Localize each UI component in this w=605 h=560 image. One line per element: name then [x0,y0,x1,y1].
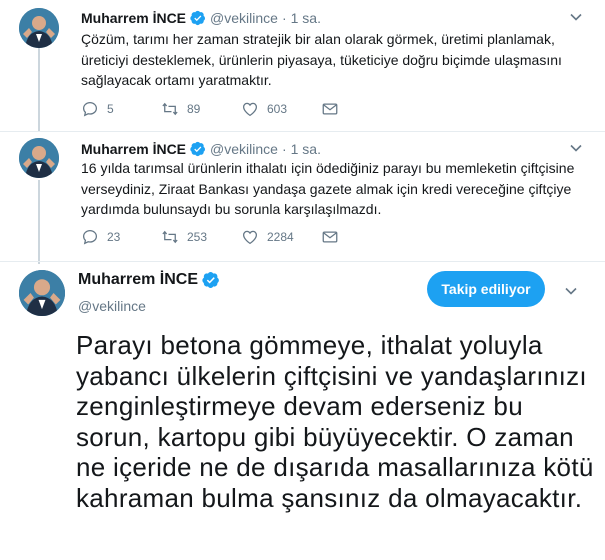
timestamp[interactable]: 1 sa. [291,9,321,27]
following-button[interactable]: Takip ediliyor [427,271,545,307]
reply-icon [82,101,98,117]
tweet-header: Muharrem İNCE @vekilince · 1 sa. [81,140,321,158]
reply-icon [82,229,98,245]
retweet-count: 89 [187,102,201,116]
tweet[interactable]: Muharrem İNCE @vekilince · 1 sa. Çözüm, … [0,0,605,131]
main-tweet-text: Parayı betona gömmeye, ithalat yoluyla y… [76,330,594,513]
author-name[interactable]: Muharrem İNCE [78,270,198,290]
reply-count: 23 [107,230,121,244]
separator: · [281,141,287,157]
tweet-header: Muharrem İNCE @vekilince · 1 sa. [81,9,321,27]
dm-button[interactable] [321,100,347,118]
separator: · [281,10,287,26]
like-count: 2284 [267,230,294,244]
main-tweet-header: Muharrem İNCE @vekilince [78,270,224,314]
like-count: 603 [267,102,288,116]
dm-button[interactable] [321,228,347,246]
chevron-down-icon[interactable] [564,284,578,298]
verified-badge-icon [190,10,206,26]
reply-count: 5 [107,102,114,116]
retweet-count: 253 [187,230,208,244]
author-handle[interactable]: @vekilince [78,298,224,314]
retweet-icon [162,230,178,244]
author-handle[interactable]: @vekilince [210,9,278,27]
retweet-button[interactable]: 89 [161,100,241,118]
main-tweet: Muharrem İNCE @vekilince Takip ediliyor … [0,261,605,560]
avatar[interactable] [19,8,59,48]
tweet-text: Çözüm, tarımı her zaman stratejik bir al… [81,31,562,88]
tweet-actions: 5 89 603 [81,100,347,118]
retweet-button[interactable]: 253 [161,228,241,246]
author-handle[interactable]: @vekilince [210,140,278,158]
chevron-down-icon[interactable] [569,10,583,24]
verified-badge-icon [202,271,219,288]
tweet-text: 16 yılda tarımsal ürünlerin ithalatı içi… [81,160,575,217]
reply-button[interactable]: 5 [81,100,161,118]
avatar[interactable] [19,270,65,316]
tweet-actions: 23 253 2284 [81,228,347,246]
reply-button[interactable]: 23 [81,228,161,246]
like-button[interactable]: 2284 [241,228,321,246]
like-icon [242,230,258,245]
like-button[interactable]: 603 [241,100,321,118]
tweet[interactable]: Muharrem İNCE @vekilince · 1 sa. 16 yıld… [0,131,605,261]
avatar[interactable] [19,138,59,178]
dm-icon [322,231,338,243]
timestamp[interactable]: 1 sa. [291,140,321,158]
author-name[interactable]: Muharrem İNCE [81,9,186,27]
verified-badge-icon [190,141,206,157]
dm-icon [322,103,338,115]
chevron-down-icon[interactable] [569,141,583,155]
author-name[interactable]: Muharrem İNCE [81,140,186,158]
like-icon [242,102,258,117]
retweet-icon [162,102,178,116]
